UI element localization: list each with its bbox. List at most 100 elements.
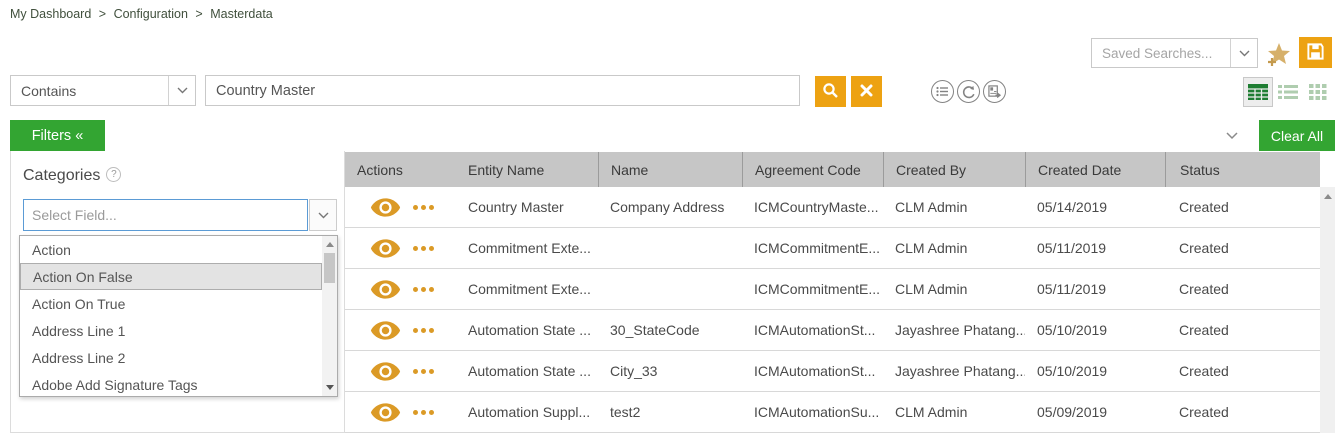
row-actions-cell bbox=[345, 320, 460, 341]
row-actions-cell bbox=[345, 197, 460, 218]
eye-icon[interactable] bbox=[370, 402, 401, 423]
table-body: Country Master Company Address ICMCountr… bbox=[345, 187, 1320, 433]
more-actions-icon[interactable] bbox=[413, 328, 434, 333]
refresh-icon[interactable] bbox=[957, 80, 980, 103]
dropdown-scrollbar[interactable] bbox=[322, 236, 337, 396]
grid-view-icon[interactable] bbox=[1303, 77, 1333, 107]
chevron-down-icon[interactable] bbox=[168, 76, 195, 105]
breadcrumb-item-masterdata[interactable]: Masterdata bbox=[210, 7, 273, 21]
cell-status: Created bbox=[1165, 199, 1320, 215]
categories-heading: Categories ? bbox=[23, 167, 121, 185]
col-created-by[interactable]: Created By bbox=[883, 152, 1025, 187]
clear-search-button[interactable] bbox=[851, 76, 882, 107]
more-actions-icon[interactable] bbox=[413, 287, 434, 292]
chevron-down-icon[interactable] bbox=[309, 199, 337, 231]
clear-all-button[interactable]: Clear All bbox=[1259, 120, 1335, 151]
row-actions-cell bbox=[345, 361, 460, 382]
row-actions-cell bbox=[345, 279, 460, 300]
breadcrumb: My Dashboard > Configuration > Masterdat… bbox=[10, 7, 277, 21]
masterdata-page: My Dashboard > Configuration > Masterdat… bbox=[0, 0, 1335, 433]
scroll-down-icon[interactable] bbox=[322, 380, 337, 395]
col-name[interactable]: Name bbox=[598, 152, 742, 187]
masterdata-table: Actions Entity Name Name Agreement Code … bbox=[345, 152, 1320, 433]
table-row[interactable]: Country Master Company Address ICMCountr… bbox=[345, 187, 1320, 228]
search-operator-select[interactable]: Contains bbox=[10, 75, 196, 106]
category-option[interactable]: Address Line 1 bbox=[20, 317, 322, 344]
table-view-icon[interactable] bbox=[1243, 77, 1273, 107]
search-toolbar bbox=[931, 80, 1006, 103]
help-icon[interactable]: ? bbox=[106, 167, 121, 182]
table-row[interactable]: Automation Suppl... test2 ICMAutomationS… bbox=[345, 392, 1320, 433]
breadcrumb-item-configuration[interactable]: Configuration bbox=[114, 7, 188, 21]
more-actions-icon[interactable] bbox=[413, 410, 434, 415]
search-input[interactable] bbox=[205, 75, 800, 106]
cell-created-date: 05/09/2019 bbox=[1025, 404, 1165, 420]
results-list-icon[interactable] bbox=[931, 80, 954, 103]
cell-entity-name: Commitment Exte... bbox=[460, 281, 598, 297]
cell-entity-name: Commitment Exte... bbox=[460, 240, 598, 256]
table-row[interactable]: Automation State ... 30_StateCode ICMAut… bbox=[345, 310, 1320, 351]
chevron-down-icon[interactable] bbox=[1230, 39, 1257, 67]
row-actions-cell bbox=[345, 238, 460, 259]
col-status[interactable]: Status bbox=[1165, 152, 1320, 187]
favorite-search-star-icon[interactable] bbox=[1264, 40, 1294, 68]
eye-icon[interactable] bbox=[370, 197, 401, 218]
table-row[interactable]: Commitment Exte... ICMCommitmentE... CLM… bbox=[345, 228, 1320, 269]
cell-created-date: 05/11/2019 bbox=[1025, 240, 1165, 256]
cell-created-date: 05/10/2019 bbox=[1025, 363, 1165, 379]
category-option[interactable]: Address Line 2 bbox=[20, 344, 322, 371]
search-button[interactable] bbox=[815, 76, 846, 107]
eye-icon[interactable] bbox=[370, 320, 401, 341]
cell-agreement-code: ICMAutomationSt... bbox=[742, 363, 883, 379]
more-actions-icon[interactable] bbox=[413, 369, 434, 374]
table-scrollbar[interactable] bbox=[1320, 187, 1335, 433]
cell-name: Company Address bbox=[598, 199, 742, 215]
eye-icon[interactable] bbox=[370, 279, 401, 300]
cell-agreement-code: ICMCountryMaste... bbox=[742, 199, 883, 215]
table-row[interactable]: Commitment Exte... ICMCommitmentE... CLM… bbox=[345, 269, 1320, 310]
cell-created-by: Jayashree Phatang... bbox=[883, 363, 1025, 379]
eye-icon[interactable] bbox=[370, 238, 401, 259]
category-option[interactable]: Adobe Add Signature Tags bbox=[20, 371, 322, 398]
close-icon bbox=[860, 84, 873, 100]
more-actions-icon[interactable] bbox=[413, 205, 434, 210]
category-search-input[interactable] bbox=[23, 199, 308, 231]
cell-created-by: CLM Admin bbox=[883, 281, 1025, 297]
col-actions[interactable]: Actions bbox=[345, 152, 460, 187]
scroll-up-icon[interactable] bbox=[322, 237, 337, 252]
list-view-icon[interactable] bbox=[1273, 77, 1303, 107]
scroll-up-icon[interactable] bbox=[1320, 189, 1335, 204]
save-search-button[interactable] bbox=[1299, 37, 1332, 68]
saved-searches-combobox[interactable]: Saved Searches... bbox=[1091, 38, 1258, 68]
cell-entity-name: Automation State ... bbox=[460, 363, 598, 379]
filters-bar-chevron-icon[interactable] bbox=[1226, 127, 1238, 145]
category-dropdown: Action Action On False Action On True Ad… bbox=[19, 235, 338, 397]
cell-name: City_33 bbox=[598, 363, 742, 379]
more-actions-icon[interactable] bbox=[413, 246, 434, 251]
cell-status: Created bbox=[1165, 281, 1320, 297]
cell-created-by: CLM Admin bbox=[883, 240, 1025, 256]
cell-created-date: 05/11/2019 bbox=[1025, 281, 1165, 297]
scrollbar-thumb[interactable] bbox=[324, 253, 335, 283]
cell-agreement-code: ICMAutomationSt... bbox=[742, 322, 883, 338]
cell-status: Created bbox=[1165, 322, 1320, 338]
cell-created-date: 05/14/2019 bbox=[1025, 199, 1165, 215]
col-created-date[interactable]: Created Date bbox=[1025, 152, 1165, 187]
category-option[interactable]: Action bbox=[20, 236, 322, 263]
col-entity-name[interactable]: Entity Name bbox=[460, 152, 598, 187]
filters-toggle-button[interactable]: Filters « bbox=[10, 120, 105, 151]
category-option[interactable]: Action On True bbox=[20, 290, 322, 317]
filters-panel: Categories ? Action Action On False Acti… bbox=[10, 151, 345, 433]
cell-status: Created bbox=[1165, 404, 1320, 420]
category-options-list: Action Action On False Action On True Ad… bbox=[20, 236, 322, 396]
categories-title: Categories bbox=[23, 167, 100, 185]
cell-status: Created bbox=[1165, 240, 1320, 256]
breadcrumb-item-dashboard[interactable]: My Dashboard bbox=[10, 7, 91, 21]
save-icon bbox=[1306, 42, 1325, 64]
category-option[interactable]: Action On False bbox=[20, 263, 322, 290]
row-actions-cell bbox=[345, 402, 460, 423]
export-icon[interactable] bbox=[983, 80, 1006, 103]
eye-icon[interactable] bbox=[370, 361, 401, 382]
col-agreement-code[interactable]: Agreement Code bbox=[742, 152, 883, 187]
table-row[interactable]: Automation State ... City_33 ICMAutomati… bbox=[345, 351, 1320, 392]
